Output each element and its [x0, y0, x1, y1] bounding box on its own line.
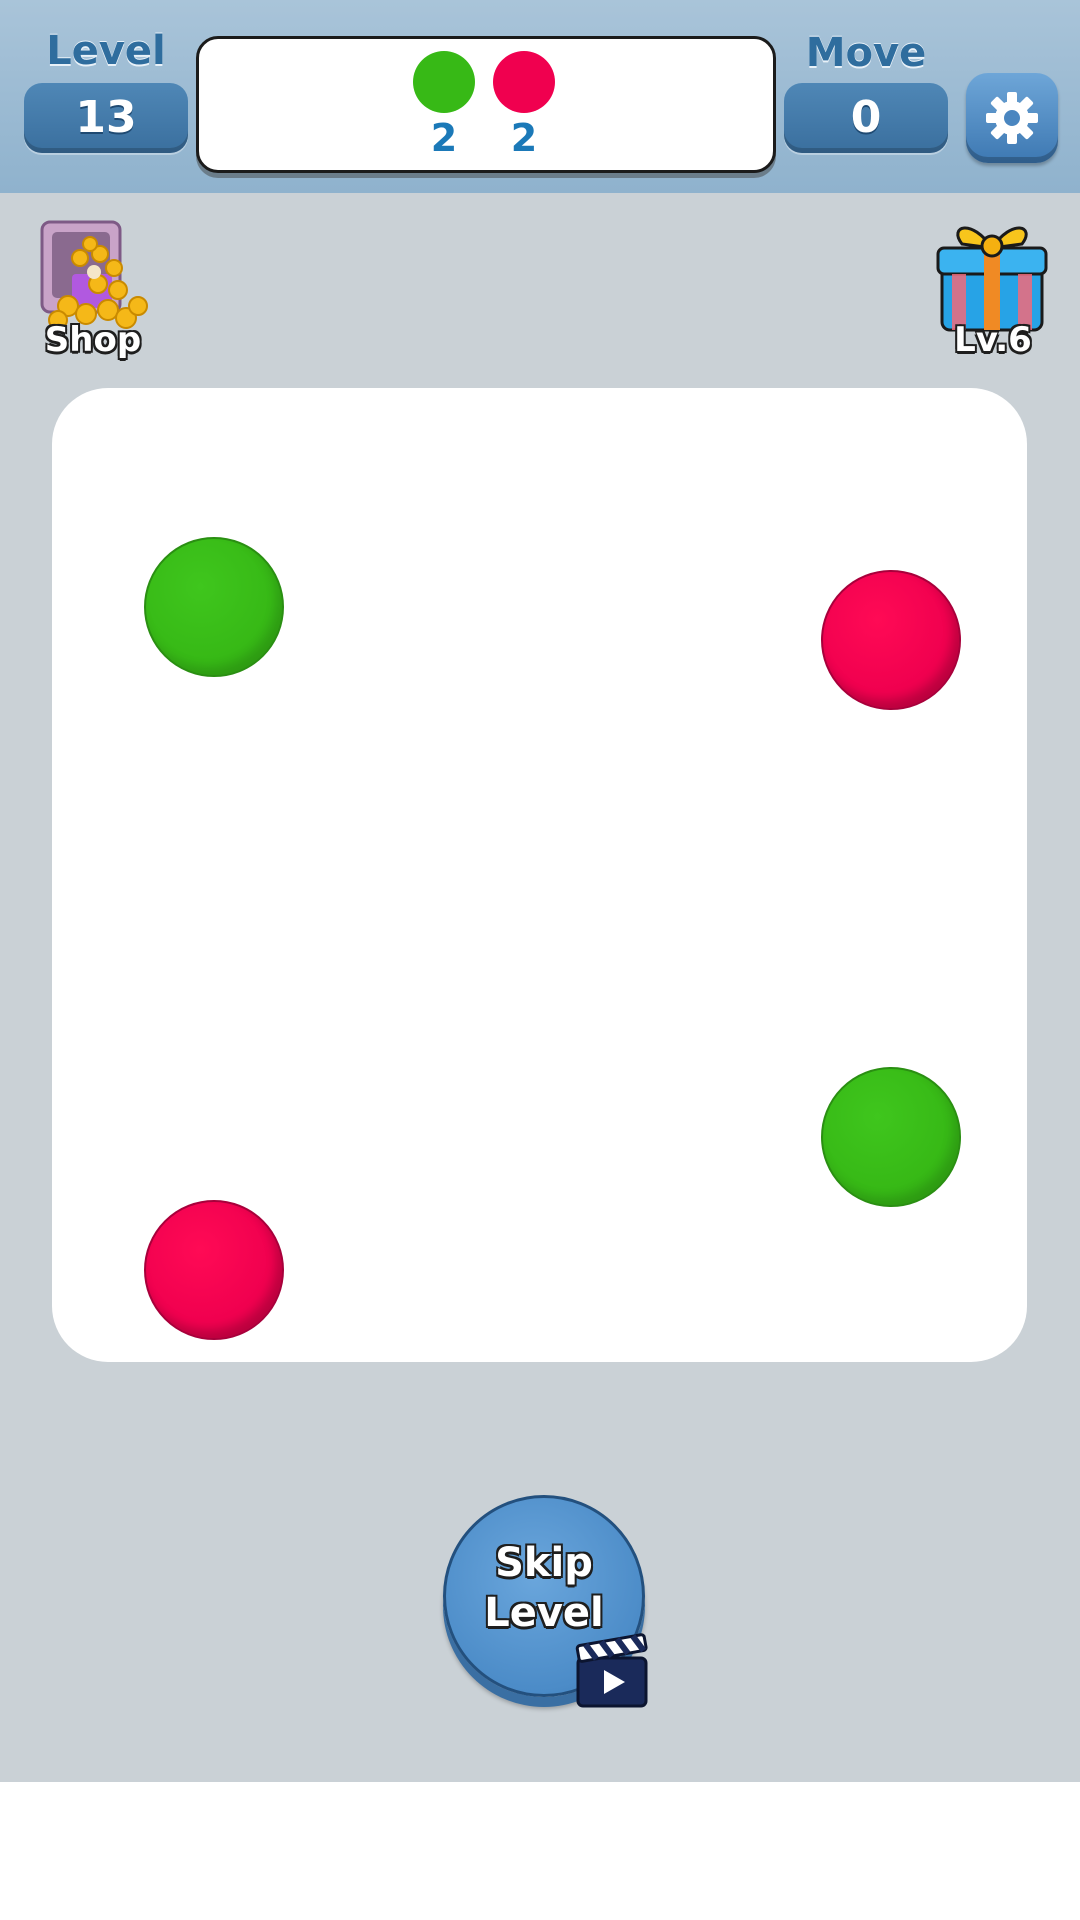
- skip-label-line2: Level: [484, 1590, 604, 1636]
- shop-label: Shop: [44, 320, 142, 360]
- goal-red-dot: [493, 51, 555, 113]
- settings-button[interactable]: [966, 73, 1058, 163]
- move-label: Move: [805, 30, 927, 76]
- shop-button[interactable]: Shop: [28, 214, 158, 360]
- level-label: Level: [46, 28, 166, 74]
- ball-green[interactable]: [821, 1067, 961, 1207]
- top-bar: Level 13 2 2 Move 0: [0, 0, 1080, 193]
- skip-label-line1: Skip: [495, 1540, 593, 1586]
- ball-red[interactable]: [144, 1200, 284, 1340]
- goal-green-count: 2: [430, 116, 458, 160]
- gift-button[interactable]: Lv.6: [928, 214, 1058, 360]
- gear-icon: [986, 92, 1038, 144]
- goal-red-count: 2: [510, 116, 538, 160]
- ball-green[interactable]: [144, 537, 284, 677]
- goal-panel: 2 2: [196, 36, 776, 173]
- goal-item-red: 2: [492, 51, 556, 161]
- move-value: 0: [784, 83, 948, 153]
- video-clapperboard-icon: [575, 1633, 648, 1708]
- goal-green-dot: [413, 51, 475, 113]
- ball-red[interactable]: [821, 570, 961, 710]
- skip-level-label: Skip Level: [446, 1538, 642, 1638]
- level-value: 13: [24, 83, 188, 153]
- game-board: [52, 388, 1027, 1362]
- goal-item-green: 2: [412, 51, 476, 161]
